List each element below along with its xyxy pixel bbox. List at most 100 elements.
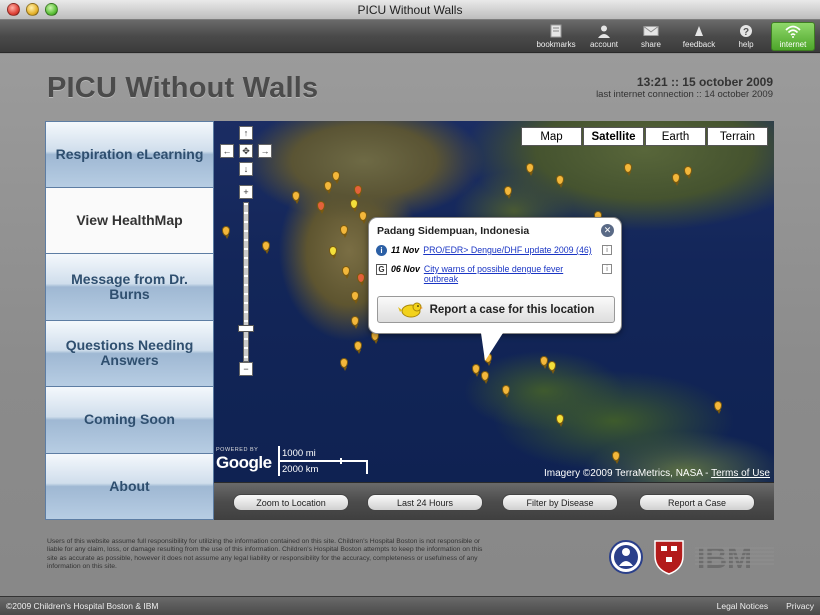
account-button[interactable]: account xyxy=(585,20,623,53)
map-marker[interactable] xyxy=(502,385,510,398)
disclaimer-text: Users of this website assume full respon… xyxy=(47,538,483,570)
map-marker[interactable] xyxy=(556,175,564,188)
map-marker[interactable] xyxy=(357,273,365,286)
internet-label: internet xyxy=(779,40,807,49)
main-content: PICU Without Walls 13:21 :: 15 october 2… xyxy=(0,54,820,596)
popup-entry-link[interactable]: City warns of possible dengue fever outb… xyxy=(424,264,598,284)
map-marker[interactable] xyxy=(540,356,548,369)
map-marker[interactable] xyxy=(526,163,534,176)
map-marker[interactable] xyxy=(350,199,358,212)
map-marker[interactable] xyxy=(324,181,332,194)
map-type-terrain[interactable]: Terrain xyxy=(707,127,768,146)
zoom-to-location-button[interactable]: Zoom to Location xyxy=(233,494,349,511)
map-marker[interactable] xyxy=(556,414,564,427)
sidebar-item-message-from-dr-burns[interactable]: Message from Dr. Burns xyxy=(45,254,214,321)
map-marker[interactable] xyxy=(351,291,359,304)
map-marker[interactable] xyxy=(340,225,348,238)
sidebar: Respiration eLearning View HealthMap Mes… xyxy=(45,121,214,520)
map-marker[interactable] xyxy=(481,371,489,384)
report-case-location-button[interactable]: Report a case for this location xyxy=(377,296,615,323)
map-marker[interactable] xyxy=(222,226,230,239)
map-marker[interactable] xyxy=(329,246,337,259)
bookmarks-button[interactable]: bookmarks xyxy=(533,20,579,53)
filter-by-disease-button[interactable]: Filter by Disease xyxy=(502,494,618,511)
share-icon xyxy=(643,24,659,38)
account-icon xyxy=(596,24,612,38)
feedback-icon xyxy=(691,24,707,38)
map-marker[interactable] xyxy=(624,163,632,176)
map-marker[interactable] xyxy=(351,316,359,329)
imagery-attribution: Imagery ©2009 TerraMetrics, NASA - Terms… xyxy=(544,468,770,479)
pan-up-button[interactable]: ↑ xyxy=(239,126,253,140)
map-marker[interactable] xyxy=(714,401,722,414)
wifi-icon xyxy=(785,24,801,38)
help-label: help xyxy=(738,40,754,49)
info-source-icon: i xyxy=(376,245,387,256)
map-type-satellite[interactable]: Satellite xyxy=(583,127,644,146)
footer: ©2009 Children's Hospital Boston & IBM L… xyxy=(0,596,820,615)
privacy-link[interactable]: Privacy xyxy=(786,601,814,611)
top-toolbar: bookmarks account share feedback ? help … xyxy=(0,20,820,53)
map-marker[interactable] xyxy=(342,266,350,279)
window-titlebar: PICU Without Walls xyxy=(0,0,820,20)
popup-entry: i 11 Nov PRO/EDR> Dengue/DHF update 2009… xyxy=(376,245,612,256)
map-marker[interactable] xyxy=(504,186,512,199)
internet-button[interactable]: internet xyxy=(771,22,815,51)
map-marker[interactable] xyxy=(359,211,367,224)
map-marker[interactable] xyxy=(472,364,480,377)
sidebar-item-about[interactable]: About xyxy=(45,453,214,520)
bookmarks-icon xyxy=(548,24,564,38)
clock: 13:21 :: 15 october 2009 xyxy=(636,75,773,89)
map-type-map[interactable]: Map xyxy=(521,127,582,146)
popup-entry-link[interactable]: PRO/EDR> Dengue/DHF update 2009 (46) xyxy=(423,245,598,255)
share-label: share xyxy=(640,40,661,49)
sidebar-item-coming-soon[interactable]: Coming Soon xyxy=(45,387,214,454)
pan-center-button[interactable]: ✥ xyxy=(239,144,253,158)
zoom-in-button[interactable]: + xyxy=(239,185,253,199)
pan-left-button[interactable]: ← xyxy=(220,144,234,158)
help-button[interactable]: ? help xyxy=(730,20,762,53)
sidebar-item-view-healthmap[interactable]: View HealthMap xyxy=(45,187,214,254)
sidebar-item-respiration-elearning[interactable]: Respiration eLearning xyxy=(45,121,214,188)
map-marker[interactable] xyxy=(354,185,362,198)
map-marker[interactable] xyxy=(317,201,325,214)
zoom-out-button[interactable]: − xyxy=(239,362,253,376)
info-icon[interactable]: i xyxy=(602,245,612,255)
map-marker[interactable] xyxy=(684,166,692,179)
map-marker[interactable] xyxy=(354,341,362,354)
last-24-hours-button[interactable]: Last 24 Hours xyxy=(367,494,483,511)
report-a-case-button[interactable]: Report a Case xyxy=(639,494,755,511)
map-marker[interactable] xyxy=(262,241,270,254)
close-icon[interactable]: ✕ xyxy=(601,224,614,237)
help-icon: ? xyxy=(738,24,754,38)
pan-down-button[interactable]: ↓ xyxy=(239,162,253,176)
feedback-label: feedback xyxy=(682,40,716,49)
map-marker[interactable] xyxy=(332,171,340,184)
map-marker[interactable] xyxy=(292,191,300,204)
healthmap-map[interactable]: ↑ ← ✥ → ↓ + − Map Satellite Earth Terrai… xyxy=(214,121,774,482)
bird-icon xyxy=(397,302,423,317)
map-type-earth[interactable]: Earth xyxy=(645,127,706,146)
ibm-logo: IBM xyxy=(695,542,774,575)
legal-notices-link[interactable]: Legal Notices xyxy=(717,601,769,611)
terms-of-use-link[interactable]: Terms of Use xyxy=(711,468,770,479)
zoom-slider-thumb[interactable] xyxy=(238,325,254,332)
report-case-location-label: Report a case for this location xyxy=(429,303,595,316)
map-marker[interactable] xyxy=(612,451,620,464)
popup-entry: G 06 Nov City warns of possible dengue f… xyxy=(376,264,612,284)
map-marker[interactable] xyxy=(672,173,680,186)
pan-right-button[interactable]: → xyxy=(258,144,272,158)
scale-kilometers: 2000 km xyxy=(282,464,319,475)
svg-text:?: ? xyxy=(743,27,749,38)
map-marker[interactable] xyxy=(548,361,556,374)
childrens-hospital-logo xyxy=(609,540,643,574)
sidebar-item-questions-needing-answers[interactable]: Questions Needing Answers xyxy=(45,320,214,387)
feedback-button[interactable]: feedback xyxy=(680,20,718,53)
popup-entry-date: 06 Nov xyxy=(391,264,420,274)
map-scale: 1000 mi 2000 km xyxy=(278,446,378,476)
info-icon[interactable]: i xyxy=(602,264,612,274)
google-logo: POWERED BY Google xyxy=(216,447,272,472)
map-marker[interactable] xyxy=(340,358,348,371)
share-button[interactable]: share xyxy=(634,20,668,53)
zoom-slider[interactable] xyxy=(243,202,249,362)
